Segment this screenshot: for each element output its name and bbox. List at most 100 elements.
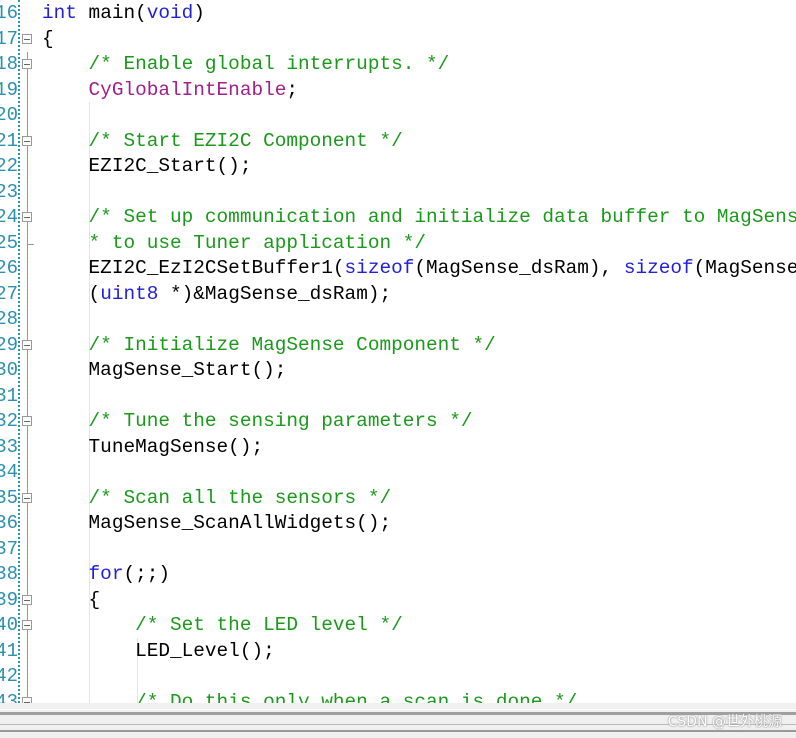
code-line[interactable]: 35 /* Scan all the sensors */ bbox=[0, 486, 796, 512]
line-number: 37 bbox=[0, 537, 18, 560]
code-token: { bbox=[42, 27, 54, 50]
code-editor[interactable]: 16 int main(void) 17 {18 /* Enable global i… bbox=[0, 0, 796, 703]
line-number: 21 bbox=[0, 129, 18, 152]
line-number: 34 bbox=[0, 461, 18, 483]
code-line[interactable]: 37 bbox=[0, 537, 796, 563]
fold-collapse-icon[interactable] bbox=[22, 620, 32, 630]
code-line[interactable]: 29 /* Initialize MagSense Component */ bbox=[0, 333, 796, 359]
code-text: EZI2C_Start(); bbox=[42, 154, 252, 180]
code-text: /* Scan all the sensors */ bbox=[42, 486, 392, 512]
code-line[interactable]: 33 TuneMagSense(); bbox=[0, 435, 796, 461]
code-line[interactable]: 18 /* Enable global interrupts. */ bbox=[0, 52, 796, 78]
fold-collapse-icon[interactable] bbox=[22, 59, 32, 69]
code-token: CyGlobalIntEnable bbox=[88, 78, 287, 101]
line-number: 38 bbox=[0, 563, 18, 585]
code-line[interactable]: 36 MagSense_ScanAllWidgets(); bbox=[0, 511, 796, 537]
code-line[interactable]: 16 int main(void) bbox=[0, 1, 796, 27]
code-token: sizeof bbox=[344, 257, 415, 279]
code-line[interactable]: 25 * to use Tuner application */ bbox=[0, 230, 796, 257]
code-token: main( bbox=[76, 2, 147, 24]
code-line[interactable]: 38 for(;;) bbox=[0, 562, 796, 588]
code-line[interactable]: 19 CyGlobalIntEnable; bbox=[0, 78, 796, 104]
code-line[interactable]: 30 MagSense_Start(); bbox=[0, 358, 796, 384]
code-token: int bbox=[42, 2, 77, 24]
code-token: TuneMagSense(); bbox=[42, 435, 264, 458]
code-line[interactable]: 22 EZI2C_Start(); bbox=[0, 154, 796, 180]
fold-collapse-icon[interactable] bbox=[22, 594, 32, 605]
code-line[interactable]: 23 bbox=[0, 180, 796, 206]
code-line[interactable]: 21 /* Start EZI2C Component */ bbox=[0, 129, 796, 155]
fold-collapse-icon[interactable] bbox=[22, 135, 32, 146]
code-line[interactable]: 20 bbox=[0, 103, 796, 129]
code-token: EZI2C_EzI2CSetBuffer1( bbox=[42, 257, 345, 279]
code-line[interactable]: 27 (uint8 *)&MagSense_dsRam); bbox=[0, 282, 796, 308]
code-text: TuneMagSense(); bbox=[42, 435, 264, 461]
code-text: for(;;) bbox=[42, 562, 170, 588]
code-text: /* Set up communication and initialize d… bbox=[42, 205, 796, 231]
code-line[interactable]: 32 /* Tune the sensing parameters */ bbox=[0, 409, 796, 435]
code-text: MagSense_Start(); bbox=[42, 358, 287, 384]
line-number: 18 bbox=[0, 53, 18, 75]
line-number: 30 bbox=[0, 359, 18, 381]
code-line[interactable]: 43 /* Do this only when a scan is done *… bbox=[0, 690, 796, 703]
line-number: 27 bbox=[0, 282, 18, 305]
line-number: 36 bbox=[0, 512, 18, 534]
code-line[interactable]: 39 { bbox=[0, 588, 796, 614]
code-line[interactable]: 26 EZI2C_EzI2CSetBuffer1(sizeof(MagSense… bbox=[0, 256, 796, 282]
code-line[interactable]: 24 /* Set up communication and initializ… bbox=[0, 205, 796, 231]
code-token: ) bbox=[193, 2, 205, 24]
fold-collapse-icon[interactable] bbox=[22, 33, 32, 44]
code-text: /* Set the LED level */ bbox=[42, 613, 403, 639]
line-number: 20 bbox=[0, 104, 18, 126]
line-number: 26 bbox=[0, 257, 18, 279]
line-number: 22 bbox=[0, 155, 18, 177]
line-number: 16 bbox=[0, 2, 18, 24]
code-text: /* Tune the sensing parameters */ bbox=[42, 409, 473, 435]
code-token: /* Set the LED level */ bbox=[135, 614, 403, 636]
code-line[interactable]: 28 bbox=[0, 307, 796, 333]
code-line[interactable]: 42 bbox=[0, 664, 796, 690]
code-line[interactable]: 34 bbox=[0, 460, 796, 486]
code-token: /* Set up communication and initialize d… bbox=[88, 206, 796, 228]
code-token: * to use Tuner application */ bbox=[88, 231, 426, 254]
line-number: 23 bbox=[0, 180, 18, 203]
code-text: MagSense_ScanAllWidgets(); bbox=[42, 511, 392, 537]
code-token: ; bbox=[286, 78, 299, 101]
code-text: EZI2C_EzI2CSetBuffer1(sizeof(MagSense_ds… bbox=[42, 256, 796, 282]
code-text: LED_Level(); bbox=[42, 639, 275, 665]
code-line[interactable]: 41 LED_Level(); bbox=[0, 639, 796, 665]
code-line[interactable]: 31 bbox=[0, 384, 796, 410]
line-number: 24 bbox=[0, 206, 18, 228]
fold-collapse-icon[interactable] bbox=[22, 492, 32, 503]
line-number: 42 bbox=[0, 665, 18, 687]
line-number: 39 bbox=[0, 588, 18, 611]
code-token: MagSense_Start(); bbox=[42, 359, 287, 381]
line-number: 17 bbox=[0, 27, 18, 50]
line-number: 32 bbox=[0, 410, 18, 432]
code-token: /* Initialize MagSense Component */ bbox=[88, 333, 496, 356]
fold-collapse-icon[interactable] bbox=[22, 212, 32, 222]
code-token: /* Tune the sensing parameters */ bbox=[88, 410, 473, 432]
code-token: /* Start EZI2C Component */ bbox=[88, 129, 403, 152]
fold-collapse-icon[interactable] bbox=[22, 339, 32, 350]
code-text: int main(void) bbox=[42, 1, 205, 27]
code-text: { bbox=[42, 588, 101, 614]
fold-end-icon bbox=[27, 230, 34, 245]
code-line[interactable]: 40 /* Set the LED level */ bbox=[0, 613, 796, 639]
fold-collapse-icon[interactable] bbox=[22, 416, 32, 426]
line-number: 28 bbox=[0, 308, 18, 330]
code-text: /* Initialize MagSense Component */ bbox=[42, 333, 496, 359]
code-token: /* Scan all the sensors */ bbox=[88, 486, 392, 509]
code-line[interactable]: 17 { bbox=[0, 27, 796, 53]
code-token: LED_Level(); bbox=[42, 639, 275, 662]
code-token: MagSense_ScanAllWidgets(); bbox=[42, 512, 392, 534]
